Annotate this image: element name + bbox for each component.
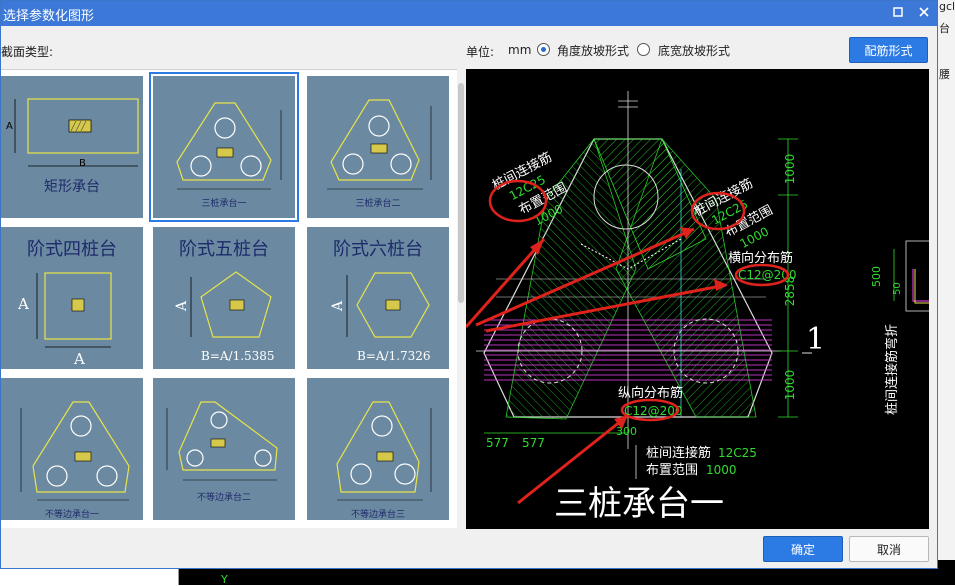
tile-three-pile-cap-1[interactable]: 三桩承台一 — [149, 72, 299, 222]
cad-preview: 1000 2858 1000 577 577 300 1 桩间连接筋 12C25… — [466, 69, 929, 529]
ok-button[interactable]: 确定 — [763, 536, 843, 562]
dim-top: 1000 — [783, 154, 797, 185]
tile-stepped-6-pile[interactable]: A 阶式六桩台 B=A/1.7326 — [307, 227, 449, 369]
dim-a: A — [17, 295, 29, 313]
dim-a: A — [174, 300, 190, 312]
dim-577-b: 577 — [522, 436, 545, 450]
close-button[interactable] — [913, 3, 935, 23]
tile-caption: 阶式五桩台 — [179, 239, 269, 260]
formula: B=A/1.5385 — [201, 349, 275, 363]
cad-drawing: 1000 2858 1000 577 577 300 1 桩间连接筋 12C25… — [466, 91, 929, 524]
radio-width-label[interactable]: 底宽放坡形式 — [658, 42, 730, 59]
unequal-cap-1-diagram — [20, 401, 130, 501]
rebar-form-button[interactable]: 配筋形式 — [849, 37, 928, 63]
side-label: 桩间连接筋弯折 — [884, 324, 900, 415]
maximize-icon — [893, 7, 903, 17]
tile-stepped-4-pile[interactable]: A A 阶式四桩台 — [1, 227, 143, 369]
gallery-scrollbar[interactable] — [458, 83, 464, 303]
tile-caption: 不等边承台三 — [350, 510, 405, 520]
tile-caption: 不等边承台一 — [44, 510, 99, 520]
tile-unequal-cap-2[interactable]: 不等边承台二 — [153, 378, 295, 520]
dim-577-a: 577 — [486, 436, 509, 450]
side-dim-500: 500 — [870, 266, 883, 287]
dialog-title: 选择参数化图形 — [3, 9, 95, 24]
unit-value: mm — [508, 43, 532, 57]
radio-width-slope[interactable] — [637, 43, 650, 56]
tile-caption: 矩形承台 — [44, 179, 100, 195]
shape-gallery: A B 矩形承台 三桩承台一 三桩承台二 A A 阶式四桩台 A 阶式五桩台 B… — [1, 69, 457, 528]
tile-caption: 不等边承台二 — [196, 493, 251, 503]
axis-glyph: Y — [221, 573, 228, 586]
dim-300: 300 — [616, 425, 637, 438]
bg-text: 腰 — [939, 68, 950, 81]
rect-cap-diagram: A B — [6, 98, 139, 169]
tile-caption: 阶式四桩台 — [27, 239, 117, 260]
tile-three-pile-cap-2[interactable]: 三桩承台二 — [307, 76, 449, 218]
bottom-value-2: 1000 — [706, 463, 737, 477]
radio-angle-slope[interactable] — [537, 43, 550, 56]
bottom-value-1: 12C25 — [718, 446, 757, 460]
parametric-shape-dialog: 选择参数化图形 截面类型: 单位: mm 角度放坡形式 底宽放坡形式 配筋形式 … — [0, 0, 938, 569]
unit-label: 单位: — [466, 45, 495, 59]
preview-title: 三桩承台一 — [554, 484, 724, 524]
tile-unequal-cap-1[interactable]: 不等边承台一 — [1, 378, 143, 520]
formula: B=A/1.7326 — [357, 349, 431, 363]
tile-rect-cap[interactable]: A B 矩形承台 — [1, 76, 143, 218]
section-mark: 1 — [806, 322, 825, 357]
vert-label: 纵向分布筋 — [618, 385, 683, 401]
dim-b: A — [73, 350, 85, 368]
options-row: 截面类型: 单位: mm 角度放坡形式 底宽放坡形式 配筋形式 — [1, 27, 937, 69]
tile-stepped-5-pile[interactable]: A 阶式五桩台 B=A/1.5385 — [153, 227, 295, 369]
title-bar: 选择参数化图形 — [1, 1, 937, 26]
maximize-button[interactable] — [887, 3, 909, 23]
horiz-label: 横向分布筋 — [728, 250, 793, 266]
dim-a: A — [6, 121, 13, 132]
dim-bot: 1000 — [783, 370, 797, 401]
cancel-button[interactable]: 取消 — [849, 536, 929, 562]
radio-angle-label[interactable]: 角度放坡形式 — [557, 42, 629, 59]
close-icon — [919, 7, 929, 17]
unequal-cap-3-diagram — [336, 401, 432, 501]
bottom-label-1: 桩间连接筋 — [646, 445, 711, 461]
dim-a: A — [330, 300, 346, 312]
tile-caption: 三桩承台二 — [355, 199, 401, 209]
bg-text: gcl — [939, 0, 955, 13]
dim-b: B — [79, 158, 86, 169]
tile-caption: 三桩承台一 — [201, 199, 247, 209]
tile-unequal-cap-3[interactable]: 不等边承台三 — [307, 378, 449, 520]
bg-text: 台 — [939, 22, 950, 35]
bottom-label-2: 布置范围 — [646, 463, 698, 478]
side-dim-50: 50 — [892, 282, 903, 295]
section-type-label: 截面类型: — [1, 45, 54, 59]
tile-caption: 阶式六桩台 — [333, 239, 423, 260]
